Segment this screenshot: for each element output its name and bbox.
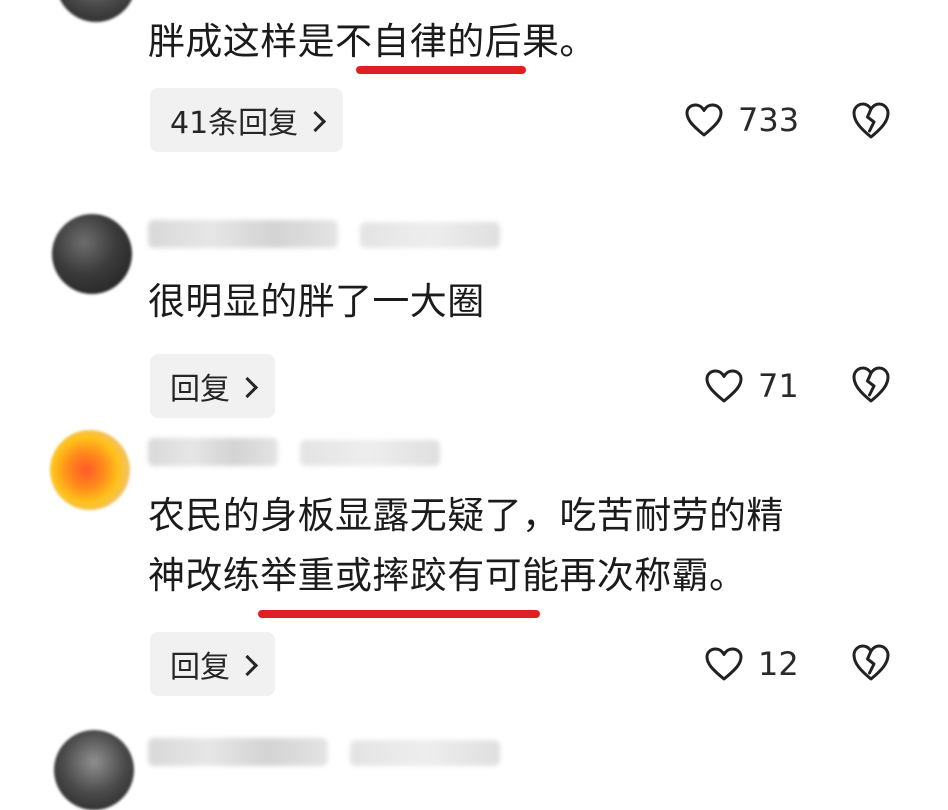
comment-meta xyxy=(300,440,440,466)
reply-label: 41条回复 xyxy=(170,106,299,141)
username[interactable] xyxy=(148,738,328,766)
chevron-right-icon xyxy=(236,376,259,398)
reply-button[interactable]: 回复 xyxy=(150,354,275,418)
avatar[interactable] xyxy=(50,430,130,510)
comment-meta xyxy=(350,740,500,766)
like-group[interactable]: 71 xyxy=(704,358,799,414)
avatar[interactable] xyxy=(54,730,134,810)
red-underline xyxy=(356,66,526,74)
broken-heart-icon[interactable] xyxy=(850,642,892,684)
username[interactable] xyxy=(148,438,278,466)
broken-heart-icon[interactable] xyxy=(850,364,892,406)
like-count: 12 xyxy=(758,645,799,683)
reply-button[interactable]: 回复 xyxy=(150,632,275,696)
like-group[interactable]: 733 xyxy=(684,92,799,148)
like-count: 733 xyxy=(738,101,800,139)
broken-heart-icon[interactable] xyxy=(850,100,892,142)
chevron-right-icon xyxy=(236,654,259,676)
heart-outline-icon[interactable] xyxy=(704,368,744,404)
like-group[interactable]: 12 xyxy=(704,636,799,692)
comment-text: 胖成这样是不自律的后果。 xyxy=(148,20,597,63)
reply-label: 回复 xyxy=(170,372,230,407)
chevron-right-icon xyxy=(305,110,327,132)
replies-button[interactable]: 41条回复 xyxy=(150,88,344,152)
heart-outline-icon[interactable] xyxy=(704,646,744,682)
comment-text-line1: 农民的身板显露无疑了，吃苦耐劳的精 xyxy=(148,494,784,537)
reply-label: 回复 xyxy=(170,650,230,685)
avatar[interactable] xyxy=(56,0,136,22)
heart-outline-icon[interactable] xyxy=(684,102,724,138)
comment-text: 很明显的胖了一大圈 xyxy=(148,280,485,323)
comment-text-line2: 神改练举重或摔跤有可能再次称霸。 xyxy=(148,554,747,597)
comment-meta xyxy=(360,222,500,248)
like-count: 71 xyxy=(758,367,799,405)
avatar[interactable] xyxy=(52,214,132,294)
red-underline xyxy=(258,610,540,618)
username[interactable] xyxy=(148,220,338,248)
